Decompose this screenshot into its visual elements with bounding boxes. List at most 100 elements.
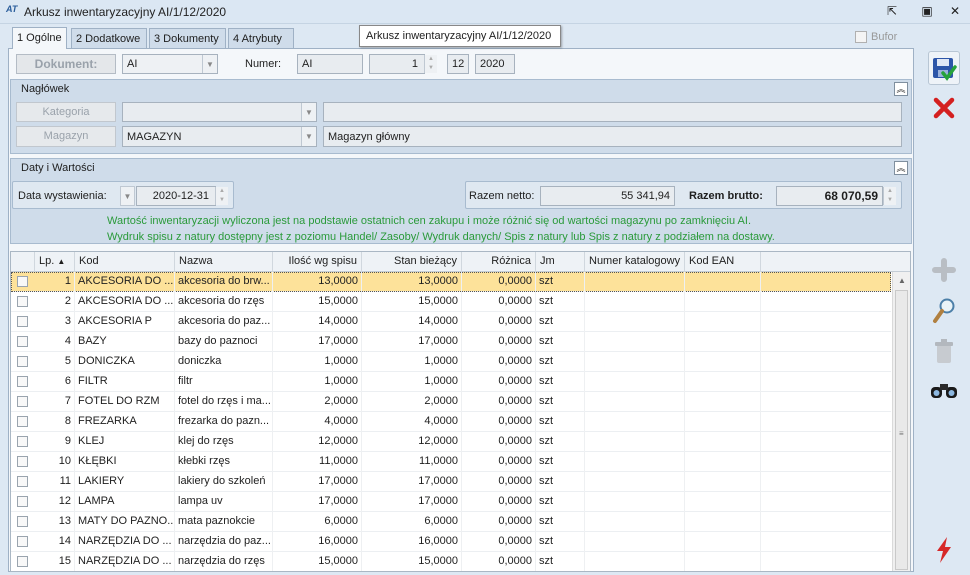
year-field[interactable]: 2020 [475,54,515,74]
row-checkbox[interactable] [17,376,28,387]
column-kod-ean[interactable]: Kod EAN [685,252,761,272]
row-checkbox[interactable] [17,556,28,567]
dokument-type-dropdown-icon[interactable]: ▼ [202,55,217,73]
magazyn-dropdown-icon[interactable]: ▼ [301,127,316,146]
column-ilosc[interactable]: Ilość wg spisu [273,252,362,272]
cell-roznica: 0,0000 [462,272,536,292]
row-checkbox[interactable] [17,476,28,487]
cell-numer-katalogowy [585,272,685,292]
column-nazwa[interactable]: Nazwa [175,252,273,272]
magazyn-button[interactable]: Magazyn [16,126,116,147]
kategoria-dropdown-icon[interactable]: ▼ [301,103,316,121]
preview-button[interactable] [928,373,960,407]
data-dropdown-icon[interactable]: ▼ [120,186,135,206]
kategoria-button[interactable]: Kategoria [16,102,116,122]
cell-roznica: 0,0000 [462,392,536,412]
row-checkbox[interactable] [17,316,28,327]
table-row[interactable]: 10 KŁĘBKI kłebki rzęs 11,0000 11,0000 0,0000 s… [11,452,891,472]
brutto-spinner[interactable]: ▲ ▼ [883,187,896,205]
table-row[interactable]: 8 FREZARKA frezarka do pazn... 4,0000 4,0000… [11,412,891,432]
column-roznica[interactable]: Różnica [462,252,536,272]
row-checkbox[interactable] [17,396,28,407]
month-field[interactable]: 12 [447,54,469,74]
row-checkbox[interactable] [17,536,28,547]
tab-dokumenty[interactable]: 3 Dokumenty [149,28,226,49]
row-checkbox[interactable] [17,416,28,427]
row-checkbox[interactable] [17,496,28,507]
cell-kod-ean [685,292,761,312]
cell-roznica: 0,0000 [462,372,536,392]
edit-button[interactable] [928,294,960,328]
row-checkbox[interactable] [17,276,28,287]
numer-spinner[interactable]: ▲ ▼ [424,55,437,73]
column-stan[interactable]: Stan bieżący [362,252,462,272]
kategoria-description[interactable] [323,102,902,122]
add-button[interactable] [928,253,960,287]
daty-collapse-icon[interactable]: ︽ [894,161,908,175]
table-row[interactable]: 11 LAKIERY lakiery do szkoleń 17,0000 17,000… [11,472,891,492]
cancel-button[interactable] [928,91,960,125]
cell-numer-katalogowy [585,532,685,552]
scroll-thumb[interactable]: ≡ [895,290,908,570]
table-row[interactable]: 13 MATY DO PAZNO... mata paznokcie 6,0000 6,… [11,512,891,532]
row-checkbox[interactable] [17,356,28,367]
tab-ogolne[interactable]: 1 Ogólne [12,27,67,49]
numer-value-field[interactable]: 1 [369,54,425,74]
table-row[interactable]: 3 AKCESORIA Pakcesoria do paz... 14,0000 14… [11,312,891,332]
dokument-button[interactable]: Dokument: [16,54,116,74]
close-window-button[interactable]: ✕ [945,3,965,19]
table-row[interactable]: 7 FOTEL DO RZM fotel do rzęs i ma... 2,0000… [11,392,891,412]
bufor-checkbox[interactable] [855,31,867,43]
row-checkbox[interactable] [17,456,28,467]
row-checkbox[interactable] [17,436,28,447]
kategoria-select[interactable] [122,102,317,122]
numer-prefix-field[interactable]: AI [297,54,363,74]
cell-roznica: 0,0000 [462,492,536,512]
maximize-button[interactable]: ▣ [917,3,937,19]
column-lp[interactable]: Lp. ▲ [35,252,75,272]
row-checkbox[interactable] [17,336,28,347]
cell-numer-katalogowy [585,552,685,571]
vertical-scrollbar[interactable]: ▲ ≡ [892,272,910,571]
lightning-button[interactable] [928,533,960,567]
cell-jm: szt [536,312,585,332]
cell-jm: szt [536,272,585,292]
tooltip: Arkusz inwentaryzacyjny AI/1/12/2020 [359,25,561,47]
restore-down-button[interactable]: ⇱ [882,3,902,19]
column-numer-katalogowy[interactable]: Numer katalogowy [585,252,685,272]
magnifier-icon [933,298,955,323]
cell-jm: szt [536,512,585,532]
data-spinner[interactable]: ▲ ▼ [215,187,228,205]
cell-kod: NARZĘDZIA DO ... [75,552,175,571]
tab-atrybuty[interactable]: 4 Atrybuty [228,28,294,49]
data-wystawienia-field[interactable]: 2020-12-31 [136,186,216,206]
scroll-up-icon[interactable]: ▲ [898,276,906,285]
cell-roznica: 0,0000 [462,292,536,312]
cell-roznica: 0,0000 [462,312,536,332]
save-button[interactable] [928,51,960,85]
table-row[interactable]: 4 BAZY bazy do paznoci 17,0000 17,0000 0,0000… [11,332,891,352]
magazyn-select[interactable]: MAGAZYN [122,126,317,147]
delete-button[interactable] [928,335,960,369]
cell-nazwa: fotel do rzęs i ma... [175,392,273,412]
table-row[interactable]: 14 NARZĘDZIA DO ... narzędzia do paz... 16,… [11,532,891,552]
table-row[interactable]: 9 KLEJ klej do rzęs 12,0000 12,0000 0,0000 szt [11,432,891,452]
cell-roznica: 0,0000 [462,532,536,552]
table-row[interactable]: 2 AKCESORIA DO ... akcesoria do rzęs 15,000… [11,292,891,312]
table-row[interactable]: 1 AKCESORIA DO ... akcesoria do brw... 13,0… [11,272,891,292]
row-checkbox[interactable] [17,516,28,527]
select-all-column[interactable] [11,252,35,272]
table-row[interactable]: 5 DONICZKA doniczka 1,0000 1,0000 0,0000 szt [11,352,891,372]
cell-stan: 15,0000 [362,552,462,571]
column-kod[interactable]: Kod [75,252,175,272]
table-row[interactable]: 6 FILTR filtr 1,0000 1,0000 0,0000 szt [11,372,891,392]
column-jm[interactable]: Jm [536,252,585,272]
table-row[interactable]: 12 LAMPA lampa uv 17,0000 17,0000 0,0000 szt [11,492,891,512]
row-checkbox[interactable] [17,296,28,307]
cell-stan: 17,0000 [362,332,462,352]
table-row[interactable]: 15 NARZĘDZIA DO ... narzędzia do rzęs 15,00… [11,552,891,571]
naglowek-collapse-icon[interactable]: ︽ [894,82,908,96]
tab-dodatkowe[interactable]: 2 Dodatkowe [71,28,147,49]
magazyn-description[interactable]: Magazyn główny [323,126,902,147]
razem-netto-label: Razem netto: [469,190,535,202]
